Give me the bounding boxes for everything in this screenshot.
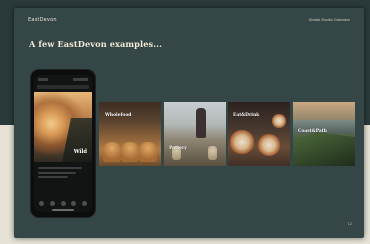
tile-label: Coast&Path (298, 129, 327, 134)
bread-shape (139, 142, 157, 162)
bread-shape (121, 142, 139, 162)
tile-label: Pottery (169, 146, 187, 151)
phone-status-bar (38, 78, 88, 81)
example-tile-pottery: Pottery (164, 102, 226, 166)
brand-logo: EastDevon (28, 17, 57, 23)
phone-screen: Wild (34, 75, 92, 212)
plate-shape (272, 114, 286, 128)
phone-home-indicator (52, 209, 74, 211)
phone-mockup: Wild (31, 70, 95, 217)
cliff-shape (62, 118, 92, 162)
phone-post-image: Wild (34, 92, 92, 162)
page-number: 12 (347, 222, 352, 226)
pot-shape (208, 146, 217, 160)
potter-figure (196, 108, 206, 138)
phone-caption-lines (38, 167, 86, 181)
caption-line (38, 167, 82, 169)
plate-shape (230, 130, 254, 154)
bread-shape (103, 142, 121, 162)
phone-post-label: Wild (73, 149, 87, 155)
home-icon (39, 201, 44, 206)
caption-line (38, 171, 76, 174)
header-caption: Global Studio Calendar (308, 18, 350, 22)
plate-shape (258, 134, 280, 156)
tile-label: Wholefood (105, 113, 132, 118)
search-icon (49, 201, 55, 206)
phone-nav-bar (39, 201, 87, 206)
slide-heading: A few EastDevon examples... (29, 39, 163, 49)
reels-icon (71, 201, 77, 206)
profile-icon (82, 201, 87, 206)
example-tile-coast-path: Coast&Path (293, 102, 355, 166)
example-tile-eat-drink: Eat&Drink (228, 102, 290, 166)
add-icon (60, 201, 66, 206)
example-tile-wholefood: Wholefood (99, 102, 161, 166)
coast-shape (293, 132, 355, 166)
presentation-slide: EastDevon Global Studio Calendar A few E… (14, 8, 364, 238)
tile-label: Eat&Drink (233, 113, 260, 118)
phone-profile-row (37, 85, 89, 89)
caption-line (38, 176, 68, 178)
